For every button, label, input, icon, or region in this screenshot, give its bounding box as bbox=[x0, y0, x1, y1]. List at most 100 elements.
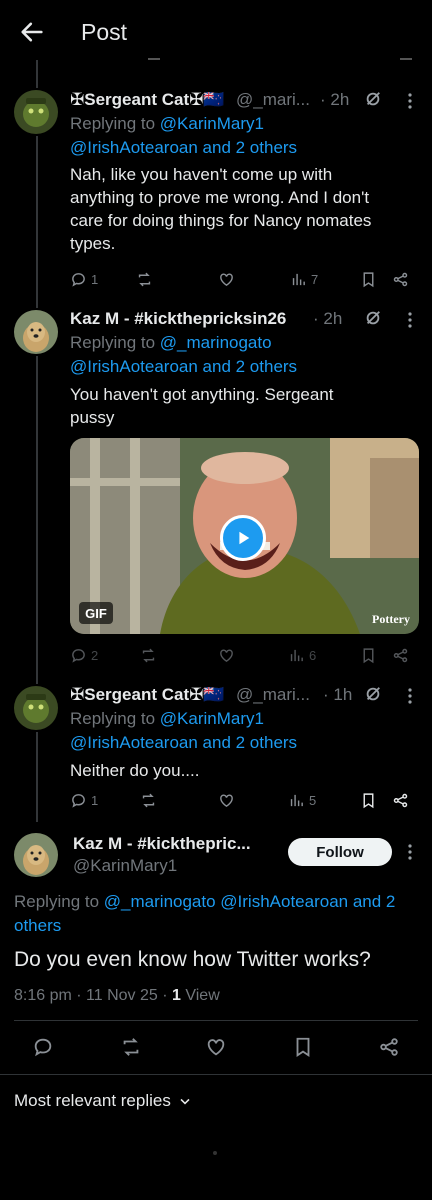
views-icon bbox=[290, 649, 303, 661]
more-icon[interactable] bbox=[402, 842, 418, 862]
tweet-text: Neither do you.... bbox=[70, 759, 199, 782]
post-text: Do you even know how Twitter works? bbox=[14, 948, 371, 971]
sort-label: Most relevant replies bbox=[14, 1091, 171, 1110]
avatar[interactable] bbox=[14, 686, 58, 730]
retweet-icon bbox=[142, 648, 155, 662]
mention-link[interactable]: @IrishAotearoan and 2 others bbox=[70, 733, 297, 753]
post-time: · 2h bbox=[313, 309, 343, 328]
views-button[interactable]: 7 bbox=[290, 269, 318, 289]
post-meta: 8:16 pm · 11 Nov 25 · 1 View bbox=[14, 987, 220, 1005]
thread-connector bbox=[36, 136, 38, 308]
like-icon bbox=[220, 793, 233, 807]
reply-icon bbox=[72, 648, 85, 663]
tweet-text-line: Neither do you.... bbox=[70, 761, 200, 780]
avatar[interactable] bbox=[14, 90, 58, 134]
author-handle[interactable]: @_mari... bbox=[236, 90, 310, 110]
replying-to-label: Replying to bbox=[70, 114, 156, 133]
divider bbox=[0, 1074, 432, 1075]
like-icon bbox=[220, 272, 233, 286]
post-time: · 1h bbox=[323, 685, 353, 704]
views-icon bbox=[292, 273, 305, 285]
page-title: Post bbox=[81, 19, 128, 45]
loading-indicator bbox=[213, 1151, 217, 1155]
grok-icon[interactable] bbox=[364, 309, 382, 327]
bookmark-button[interactable] bbox=[360, 790, 377, 810]
replying-to: Replying to @_marinogato bbox=[70, 333, 272, 353]
like-button[interactable] bbox=[218, 645, 235, 665]
grok-icon[interactable] bbox=[364, 685, 382, 703]
mention-link[interactable]: @IrishAotearoan and 2 others bbox=[70, 357, 297, 377]
share-button[interactable] bbox=[392, 269, 409, 289]
back-arrow-icon[interactable] bbox=[18, 18, 46, 46]
mention-link[interactable]: @KarinMary1 bbox=[160, 114, 264, 133]
more-icon[interactable] bbox=[402, 91, 418, 111]
tweet-text: Nah, like you haven't come up with anyth… bbox=[70, 163, 371, 255]
tweet-text-line: types. bbox=[70, 234, 116, 253]
more-icon[interactable] bbox=[402, 310, 418, 330]
tweet-text-line: anything to prove me wrong. And I don't bbox=[70, 188, 370, 207]
author-name[interactable]: ✠Sergeant Cat✠🇳🇿 bbox=[70, 685, 225, 705]
tweet-text-line: care for doing things for Nancy nomates bbox=[70, 211, 372, 230]
chevron-down-icon bbox=[180, 1098, 190, 1105]
reply-icon bbox=[72, 793, 85, 808]
mention-link[interactable]: @KarinMary1 bbox=[160, 709, 264, 728]
media-watermark: Pottery bbox=[372, 612, 410, 626]
author-name[interactable]: Kaz M - #kickthepricksin26 bbox=[70, 309, 286, 329]
mention-link[interactable]: @IrishAotearoan and 2 others bbox=[70, 138, 297, 158]
retweet-icon[interactable] bbox=[120, 1036, 142, 1058]
like-button[interactable] bbox=[218, 269, 235, 289]
share-button[interactable] bbox=[392, 790, 409, 810]
mention-link[interactable]: @_marinogato bbox=[160, 333, 272, 352]
share-button[interactable] bbox=[392, 645, 409, 665]
like-button[interactable] bbox=[218, 790, 235, 810]
bookmark-icon bbox=[363, 792, 374, 808]
replying-to-label: Replying to bbox=[14, 892, 100, 911]
grok-icon[interactable] bbox=[364, 90, 382, 108]
bookmark-button[interactable] bbox=[360, 269, 377, 289]
bookmark-button[interactable] bbox=[360, 645, 377, 665]
mention-link[interactable]: others bbox=[14, 916, 61, 936]
retweet-button[interactable] bbox=[136, 269, 153, 289]
tweet-actions: 1 7 bbox=[70, 269, 415, 289]
share-icon bbox=[393, 272, 408, 286]
avatar[interactable] bbox=[14, 833, 58, 877]
thread-connector bbox=[36, 60, 38, 88]
author-name[interactable]: ✠Sergeant Cat✠🇳🇿 bbox=[70, 90, 225, 110]
views-icon bbox=[290, 794, 303, 806]
share-icon bbox=[393, 648, 408, 662]
like-icon[interactable] bbox=[205, 1036, 227, 1058]
author-handle[interactable]: @_mari... bbox=[236, 685, 310, 705]
retweet-icon bbox=[138, 272, 151, 286]
like-icon bbox=[220, 648, 233, 662]
follow-button[interactable]: Follow bbox=[288, 838, 392, 866]
thread-connector bbox=[36, 356, 38, 684]
tweet-text-line: pussy bbox=[70, 408, 115, 427]
thread-connector bbox=[36, 732, 38, 822]
tweet-text-line: You haven't got anything. Sergeant bbox=[70, 385, 334, 404]
views-button[interactable]: 6 bbox=[288, 645, 316, 665]
avatar[interactable] bbox=[14, 310, 58, 354]
author-handle[interactable]: @KarinMary1 bbox=[73, 856, 177, 876]
replying-to: Replying to @KarinMary1 bbox=[70, 114, 264, 134]
views-count: 7 bbox=[311, 271, 319, 287]
bookmark-icon bbox=[363, 271, 374, 287]
share-icon bbox=[393, 793, 408, 807]
views-button[interactable]: 5 bbox=[288, 790, 316, 810]
play-icon bbox=[239, 531, 250, 545]
bookmark-icon[interactable] bbox=[292, 1036, 314, 1058]
replying-to-label: Replying to bbox=[70, 709, 156, 728]
more-icon[interactable] bbox=[402, 686, 418, 706]
retweet-icon bbox=[142, 793, 155, 807]
author-name[interactable]: Kaz M - #kickthepric... bbox=[73, 834, 251, 854]
reply-button[interactable]: 2 bbox=[70, 645, 98, 665]
reply-button[interactable]: 1 bbox=[70, 790, 98, 810]
views-count: 5 bbox=[309, 792, 317, 808]
retweet-button[interactable] bbox=[140, 790, 157, 810]
share-icon[interactable] bbox=[378, 1036, 400, 1058]
retweet-button[interactable] bbox=[140, 645, 157, 665]
mention-link[interactable]: @_marinogato @IrishAotearoan and 2 bbox=[104, 892, 396, 911]
reply-button[interactable]: 1 bbox=[70, 269, 98, 289]
play-button[interactable] bbox=[220, 515, 266, 561]
reply-sort-selector[interactable]: Most relevant replies bbox=[14, 1091, 193, 1111]
reply-icon[interactable] bbox=[32, 1036, 54, 1058]
